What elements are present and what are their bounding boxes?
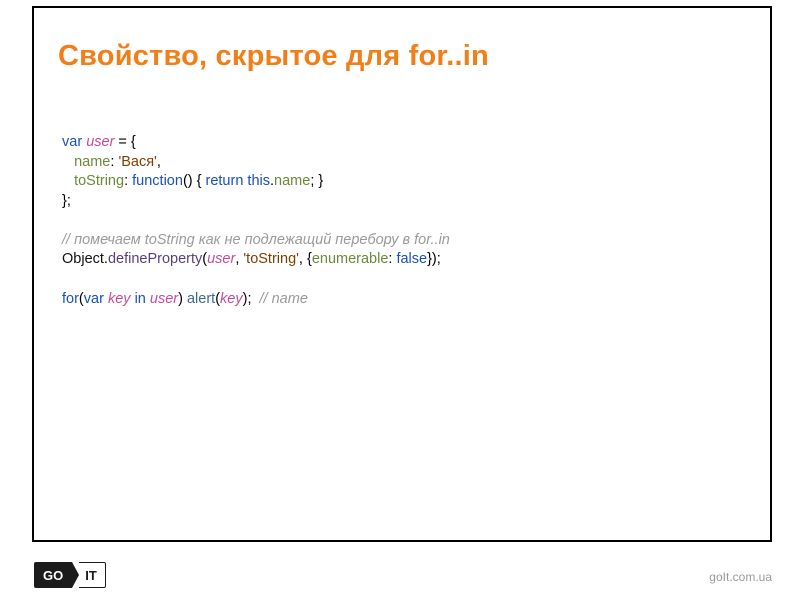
site-url: goIt.com.ua — [709, 570, 772, 584]
property-name: name — [74, 154, 110, 170]
code-text — [251, 291, 259, 307]
method-defineproperty: defineProperty — [108, 251, 202, 267]
keyword-var: var — [62, 134, 82, 150]
code-text: ) — [178, 291, 187, 307]
code-block: var user = { name: 'Вася', toString: fun… — [34, 73, 770, 309]
keyword-this: this — [247, 173, 270, 189]
code-comment-inline: // name — [260, 291, 308, 307]
function-alert: alert — [187, 291, 215, 307]
slide: Свойство, скрытое для for..in var user =… — [0, 0, 800, 600]
code-text: , — [157, 154, 161, 170]
code-text: , { — [299, 251, 312, 267]
code-text: }; — [62, 193, 71, 209]
string-literal: 'Вася' — [118, 154, 156, 170]
identifier-user: user — [150, 291, 178, 307]
keyword-false: false — [396, 251, 427, 267]
code-text: ; } — [310, 173, 323, 189]
footer: GO IT goIt.com.ua — [0, 556, 800, 588]
string-literal: 'toString' — [243, 251, 299, 267]
logo: GO IT — [34, 562, 106, 588]
object-global: Object — [62, 251, 104, 267]
keyword-return: return — [206, 173, 244, 189]
code-text: : — [124, 173, 132, 189]
logo-go-part: GO — [34, 562, 72, 588]
code-text: () { — [183, 173, 206, 189]
identifier-key: key — [220, 291, 243, 307]
code-text: }); — [427, 251, 441, 267]
logo-it-part: IT — [79, 562, 106, 588]
identifier-key: key — [108, 291, 131, 307]
slide-title: Свойство, скрытое для for..in — [34, 8, 770, 73]
keyword-in: in — [135, 291, 146, 307]
property-name-ref: name — [274, 173, 310, 189]
keyword-for: for — [62, 291, 79, 307]
code-comment: // помечаем toString как не подлежащий п… — [62, 232, 450, 248]
keyword-function: function — [132, 173, 183, 189]
property-tostring: toString — [74, 173, 124, 189]
keyword-var: var — [84, 291, 104, 307]
identifier-user: user — [86, 134, 114, 150]
identifier-user: user — [207, 251, 235, 267]
slide-frame: Свойство, скрытое для for..in var user =… — [32, 6, 772, 542]
code-text: = { — [114, 134, 135, 150]
property-enumerable: enumerable — [312, 251, 389, 267]
